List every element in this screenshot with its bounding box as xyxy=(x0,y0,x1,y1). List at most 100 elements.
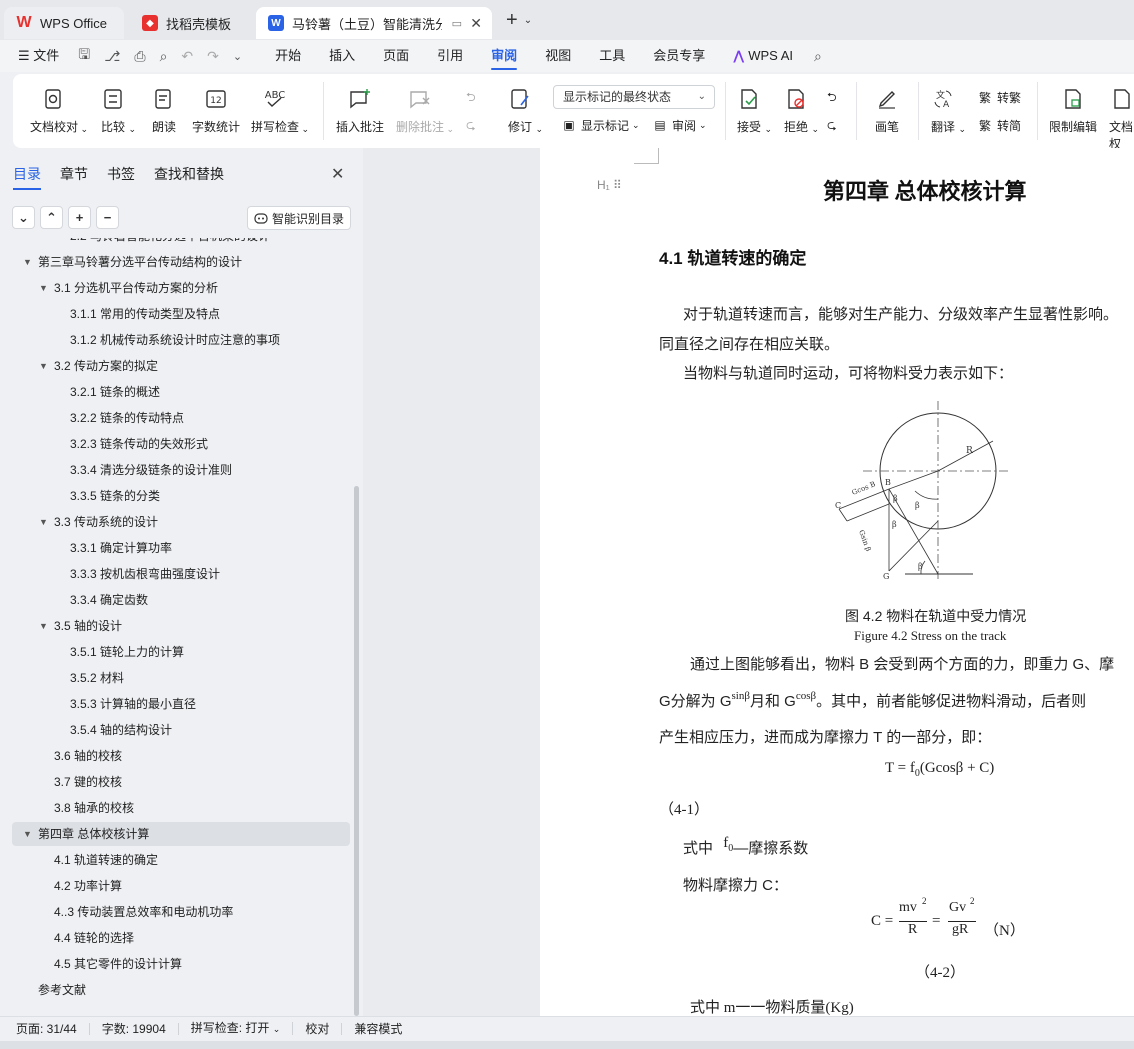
menu-view[interactable]: 视图 xyxy=(531,40,585,72)
toc-item[interactable]: ▼ 第三章马铃薯分选平台传动结构的设计 xyxy=(12,250,350,274)
wps-ai-button[interactable]: ⋀ WPS AI xyxy=(719,40,807,72)
menu-reference[interactable]: 引用 xyxy=(423,40,477,72)
menu-review[interactable]: 审阅 xyxy=(477,40,531,72)
chevron-down-icon[interactable]: ⌄ xyxy=(524,15,532,26)
collapse-arrow-icon[interactable]: ▼ xyxy=(23,822,32,846)
toc-item[interactable]: 3.6 轴的校核 xyxy=(12,744,350,768)
insert-comment-button[interactable]: 插入批注 xyxy=(336,86,384,135)
tab-template[interactable]: ◆ 找稻壳模板 xyxy=(130,7,250,39)
redo-icon[interactable]: ↷ xyxy=(200,48,226,65)
toc-item[interactable]: 4.1 轨道转速的确定 xyxy=(12,848,350,872)
collapse-up-icon[interactable]: ⌃ xyxy=(40,206,63,229)
toc-item[interactable]: 4.5 其它零件的设计计算 xyxy=(12,952,350,976)
tab-toc[interactable]: 目录 xyxy=(13,164,41,190)
restrict-edit-button[interactable]: 限制编辑 xyxy=(1049,86,1097,135)
toc-item[interactable]: 3.5.1 链轮上力的计算 xyxy=(12,640,350,664)
toc-item[interactable]: 3.5.2 材料 xyxy=(12,666,350,690)
prev-comment-icon[interactable]: ⮌ xyxy=(466,88,476,109)
collapse-arrow-icon[interactable]: ▼ xyxy=(39,510,48,534)
spell-check-button[interactable]: ABC 拼写检查 ⌄ xyxy=(251,86,309,135)
toc-item[interactable]: 参考文献 xyxy=(12,978,350,1002)
compare-button[interactable]: 比较 ⌄ xyxy=(100,86,136,135)
toc-item[interactable]: 3.2.1 链条的概述 xyxy=(12,380,350,404)
file-menu[interactable]: ☰ 文件 xyxy=(0,40,71,72)
collapse-arrow-icon[interactable]: ▼ xyxy=(39,276,48,300)
toc-item[interactable]: ▼ 3.3 传动系统的设计 xyxy=(12,510,350,534)
word-count-indicator[interactable]: 字数: 19904 xyxy=(90,1022,179,1035)
to-simplified-button[interactable]: 繁转简 xyxy=(976,116,1021,134)
toc-item[interactable]: 2.2 马铃薯智能化分选平台机架的设计 xyxy=(12,238,350,248)
collapse-arrow-icon[interactable]: ▼ xyxy=(23,250,32,274)
search-icon[interactable]: ⌕ xyxy=(807,48,829,65)
close-pane-icon[interactable]: ✕ xyxy=(331,164,344,184)
menu-member[interactable]: 会员专享 xyxy=(639,40,719,72)
toc-item[interactable]: 3.3.1 确定计算功率 xyxy=(12,536,350,560)
remove-heading-icon[interactable]: − xyxy=(96,206,119,229)
heading-handle-icon[interactable]: H₁ ⠿ xyxy=(597,178,622,192)
toc-item[interactable]: 3.2.3 链条传动的失效形式 xyxy=(12,432,350,456)
page-indicator[interactable]: 页面: 31/44 xyxy=(0,1022,90,1035)
undo-icon[interactable]: ↶ xyxy=(174,48,200,65)
tab-bookmarks[interactable]: 书签 xyxy=(107,164,135,184)
tab-wps-office[interactable]: W WPS Office xyxy=(4,7,124,39)
expand-down-icon[interactable]: ⌄ xyxy=(12,206,35,229)
next-change-icon[interactable]: ⮎ xyxy=(827,116,837,137)
toc-item[interactable]: ▼ 3.1 分选机平台传动方案的分析 xyxy=(12,276,350,300)
toc-item[interactable]: 3.7 键的校核 xyxy=(12,770,350,794)
more-chevron-icon[interactable]: ⌄ xyxy=(226,50,249,63)
toc-item[interactable]: 4.2 功率计算 xyxy=(12,874,350,898)
share-icon[interactable]: ⎇ xyxy=(97,48,127,65)
print-preview-icon[interactable]: ⌕ xyxy=(153,48,175,65)
toc-item[interactable]: ▼ 3.5 轴的设计 xyxy=(12,614,350,638)
toc-item[interactable]: ▼ 3.2 传动方案的拟定 xyxy=(12,354,350,378)
revise-button[interactable]: 修订 ⌄ xyxy=(507,86,543,135)
toc-item[interactable]: 3.5.3 计算轴的最小直径 xyxy=(12,692,350,716)
show-markup-button[interactable]: ▣ 显示标记 ⌄ xyxy=(560,116,639,134)
read-aloud-button[interactable]: 朗读 xyxy=(151,86,177,135)
delete-comment-button[interactable]: 删除批注 ⌄ xyxy=(396,86,454,135)
toc-item[interactable]: 3.1.1 常用的传动类型及特点 xyxy=(12,302,350,326)
menu-page[interactable]: 页面 xyxy=(369,40,423,72)
doc-rights-button[interactable]: 文档权 xyxy=(1109,86,1134,152)
toc-item[interactable]: 3.3.5 链条的分类 xyxy=(12,484,350,508)
menu-tools[interactable]: 工具 xyxy=(585,40,639,72)
review-pane-button[interactable]: ▤ 审阅 ⌄ xyxy=(651,116,706,134)
translate-button[interactable]: 文A 翻译 ⌄ xyxy=(930,86,966,135)
document-page[interactable]: H₁ ⠿ 第四章 总体校核计算 4.1 轨道转速的确定 对于轨道转速而言，能够对… xyxy=(540,148,1134,1016)
save-icon[interactable]: 🖫 xyxy=(71,44,97,68)
collapse-arrow-icon[interactable]: ▼ xyxy=(39,354,48,378)
accept-button[interactable]: 接受 ⌄ xyxy=(736,86,772,135)
tab-find-replace[interactable]: 查找和替换 xyxy=(154,164,224,184)
print-icon[interactable]: ⎙ xyxy=(127,48,152,65)
toc-item[interactable]: 3.5.4 轴的结构设计 xyxy=(12,718,350,742)
proofread-status[interactable]: 校对 xyxy=(293,1022,343,1035)
reject-button[interactable]: 拒绝 ⌄ xyxy=(783,86,819,135)
prev-change-icon[interactable]: ⮌ xyxy=(827,88,837,109)
toc-item[interactable]: 4..3 传动装置总效率和电动机功率 xyxy=(12,900,350,924)
menu-home[interactable]: 开始 xyxy=(261,40,315,72)
tab-chapters[interactable]: 章节 xyxy=(60,164,88,184)
new-tab-icon[interactable]: + xyxy=(506,9,518,32)
toc-scrollbar[interactable] xyxy=(354,486,359,1016)
toc-item[interactable]: ▼ 第四章 总体校核计算 xyxy=(12,822,350,846)
spell-check-status[interactable]: 拼写检查: 打开 ⌄ xyxy=(179,1022,294,1035)
proofread-button[interactable]: 文档校对 ⌄ xyxy=(30,86,88,135)
collapse-arrow-icon[interactable]: ▼ xyxy=(39,614,48,638)
toc-item[interactable]: 3.3.3 按机齿根弯曲强度设计 xyxy=(12,562,350,586)
toc-item[interactable]: 3.2.2 链条的传动特点 xyxy=(12,406,350,430)
tab-document[interactable]: W 马铃薯（土豆）智能清洗分选平台 ▭ ✕ xyxy=(256,7,492,39)
toc-item[interactable]: 4.4 链轮的选择 xyxy=(12,926,350,950)
close-tab-icon[interactable]: ✕ xyxy=(470,15,482,32)
to-traditional-button[interactable]: 繁转繁 xyxy=(976,88,1021,106)
toc-item[interactable]: 3.1.2 机械传动系统设计时应注意的事项 xyxy=(12,328,350,352)
toc-item[interactable]: 3.3.4 确定齿数 xyxy=(12,588,350,612)
next-comment-icon[interactable]: ⮎ xyxy=(466,116,476,137)
smart-toc-button[interactable]: 智能识别目录 xyxy=(247,206,351,230)
add-heading-icon[interactable]: + xyxy=(68,206,91,229)
menu-insert[interactable]: 插入 xyxy=(315,40,369,72)
word-count-button[interactable]: 12 字数统计 xyxy=(192,86,240,135)
toc-item[interactable]: 3.8 轴承的校核 xyxy=(12,796,350,820)
markup-mode-select[interactable]: 显示标记的最终状态 ⌄ xyxy=(553,85,715,109)
pen-button[interactable]: 画笔 xyxy=(874,86,900,135)
toc-item[interactable]: 3.3.4 清选分级链条的设计准则 xyxy=(12,458,350,482)
